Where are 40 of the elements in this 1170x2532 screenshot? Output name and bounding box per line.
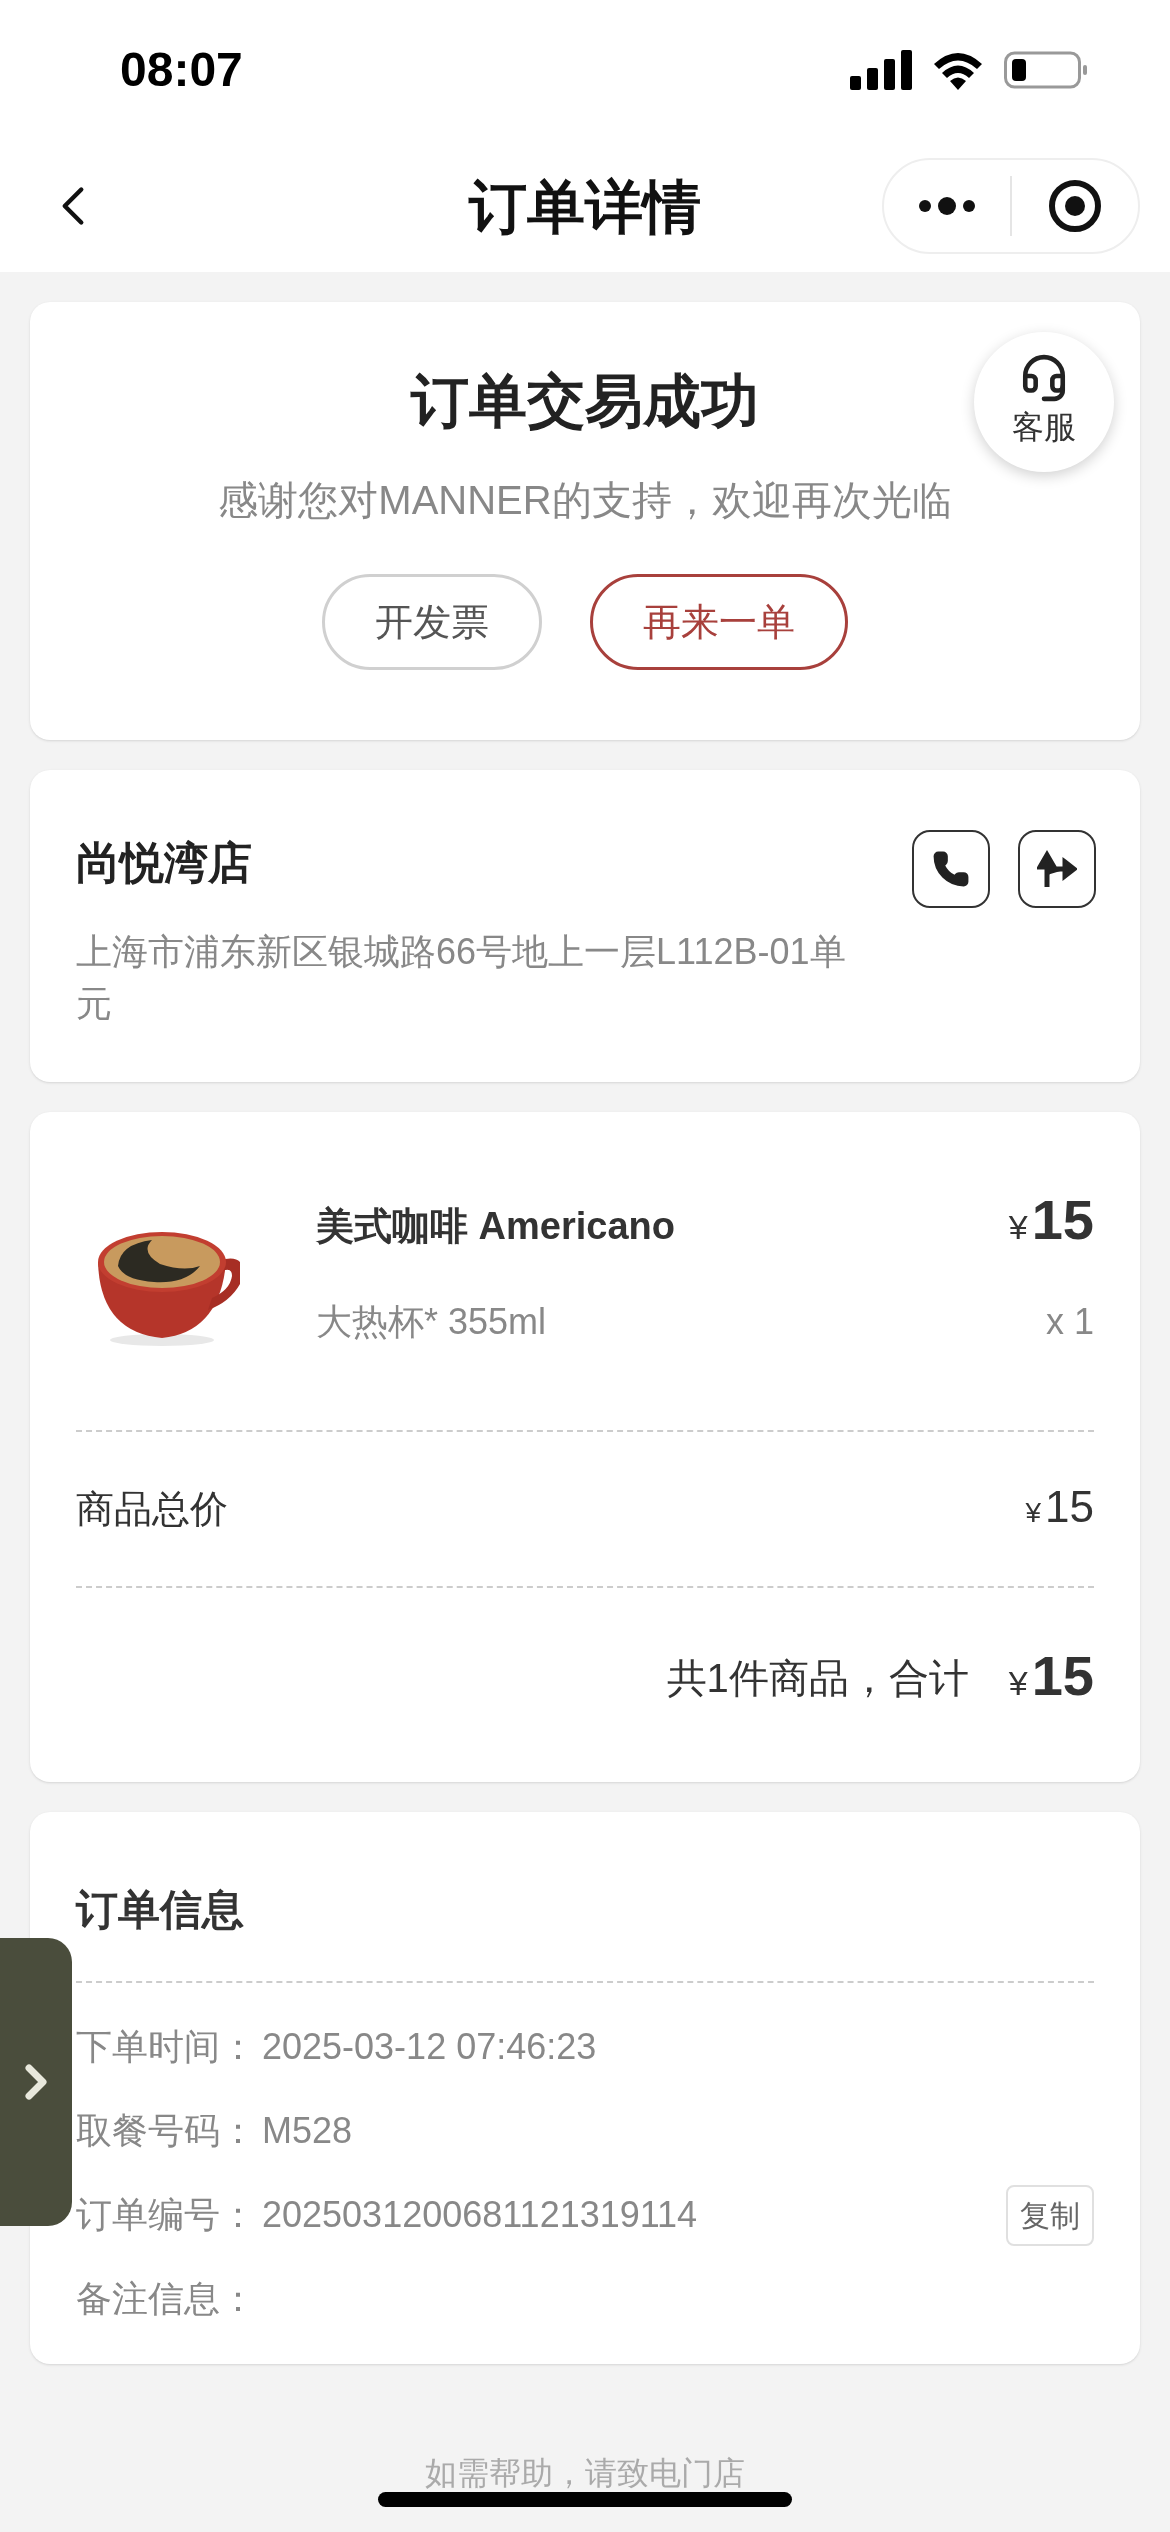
side-drawer-tab[interactable]: [0, 1938, 72, 2226]
copy-button[interactable]: 复制: [1006, 2184, 1094, 2246]
currency-symbol: ¥: [1008, 1662, 1028, 1704]
info-value: M528: [262, 2109, 353, 2153]
page-title: 订单详情: [469, 172, 701, 241]
currency-symbol: ¥: [1008, 1207, 1028, 1248]
product-price: 15: [1031, 1192, 1094, 1248]
total-amount: 15: [1031, 1647, 1094, 1704]
action-button[interactable]: 开发票: [322, 574, 542, 670]
subtotal-label: 商品总价: [76, 1486, 228, 1532]
order-info-title: 订单信息: [76, 1885, 245, 1935]
result-title: 订单交易成功: [411, 372, 759, 430]
info-label: 订单编号：: [76, 2193, 257, 2237]
navigation-button[interactable]: [1018, 830, 1096, 908]
help-text: 如需帮助，请致电门店: [425, 2456, 745, 2490]
status-time: 08:07: [120, 42, 243, 98]
phone-icon: [932, 850, 970, 888]
more-icon[interactable]: [918, 196, 976, 216]
product-spec: 大热杯* 355ml: [316, 1300, 547, 1344]
total-label: 共1件商品，合计: [666, 1655, 969, 1702]
info-label: 下单时间：: [76, 2025, 257, 2069]
signal-icon: [850, 50, 912, 90]
customer-service-button[interactable]: 客服: [974, 332, 1114, 472]
battery-icon: [1004, 50, 1088, 90]
subtotal-amount: 15: [1045, 1484, 1094, 1529]
store-name: 尚悦湾店: [76, 837, 252, 889]
info-label: 备注信息：: [76, 2277, 257, 2321]
turn-right-icon: [1037, 849, 1077, 889]
info-value: 2025-03-12 07:46:23: [262, 2025, 597, 2069]
info-value: 2025031200681121319114: [262, 2193, 698, 2237]
action-button[interactable]: 再来一单: [590, 574, 848, 670]
product-name: 美式咖啡 Americano: [316, 1204, 675, 1249]
thanks-message: 感谢您对MANNER的支持，欢迎再次光临: [218, 477, 952, 524]
phone-button[interactable]: [912, 830, 990, 908]
wifi-icon: [932, 50, 984, 90]
store-address: 上海市浦东新区银城路66号地上一层L112B-01单元: [76, 930, 847, 1026]
currency-symbol: ¥: [1025, 1495, 1042, 1530]
product-quantity: x 1: [1045, 1300, 1094, 1344]
close-icon[interactable]: [1048, 179, 1102, 233]
info-label: 取餐号码：: [76, 2109, 257, 2153]
